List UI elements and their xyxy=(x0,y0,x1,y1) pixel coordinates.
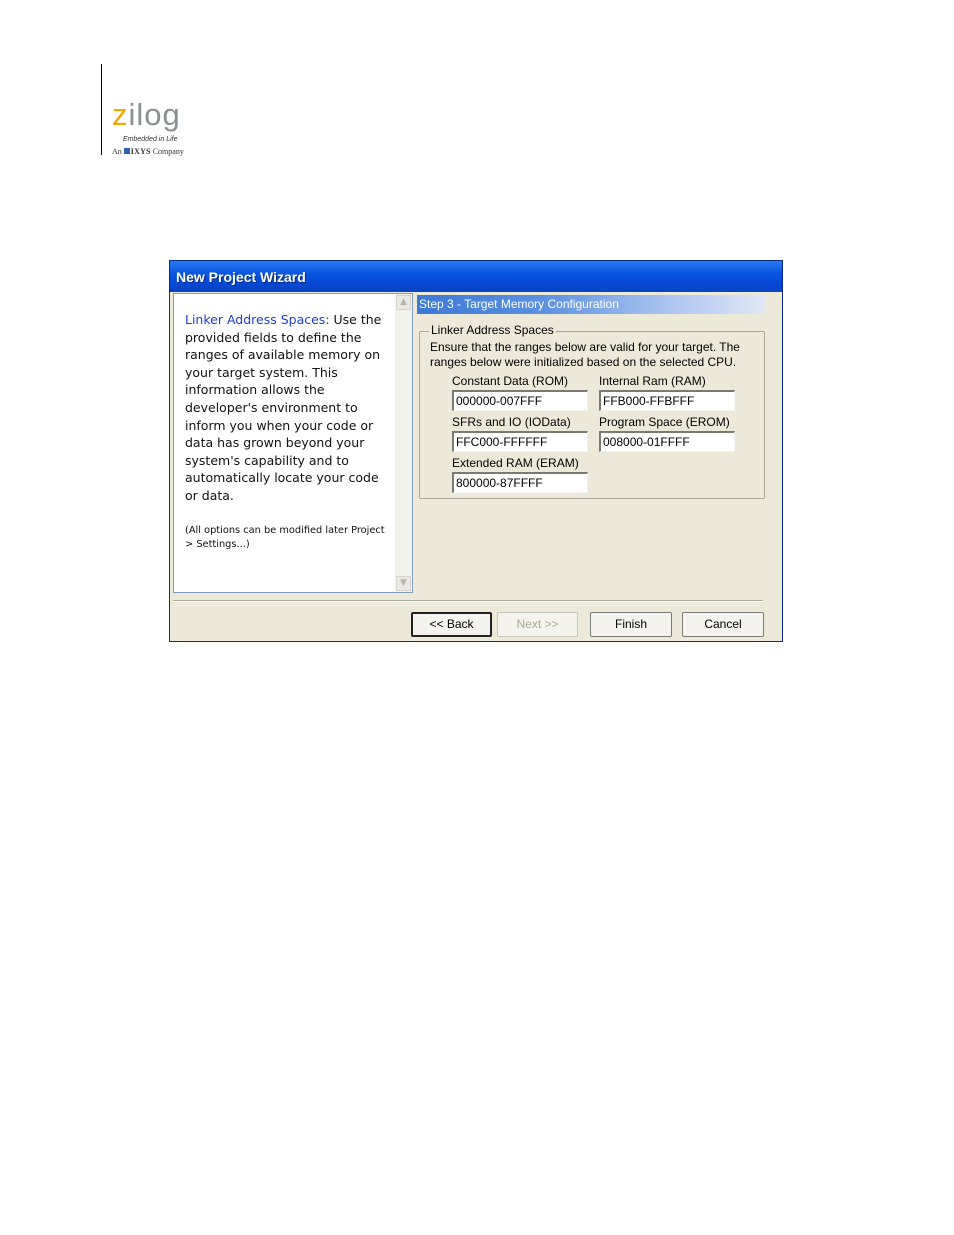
button-separator xyxy=(173,600,763,602)
program-space-field[interactable]: 008000-01FFFF xyxy=(599,431,735,452)
program-space-label: Program Space (EROM) xyxy=(599,415,730,429)
internal-ram-field[interactable]: FFB000-FFBFFF xyxy=(599,390,735,411)
cancel-button[interactable]: Cancel xyxy=(682,612,764,637)
zilog-logo: zilog Embedded in Life An IXYS Company xyxy=(112,97,212,156)
help-note: (All options can be modified later Proje… xyxy=(185,525,385,550)
next-button[interactable]: Next >> xyxy=(497,612,578,637)
new-project-wizard-dialog: New Project Wizard Linker Address Spaces… xyxy=(169,260,783,642)
back-button[interactable]: << Back xyxy=(411,612,492,637)
help-heading: Linker Address Spaces: xyxy=(185,312,330,327)
constant-data-label: Constant Data (ROM) xyxy=(452,374,569,388)
internal-ram-label: Internal Ram (RAM) xyxy=(599,374,706,388)
step-title: Step 3 - Target Memory Configuration xyxy=(419,297,619,311)
logo-wordmark: zilog xyxy=(112,97,181,132)
group-title: Linker Address Spaces xyxy=(429,323,556,337)
extended-ram-field[interactable]: 800000-87FFFF xyxy=(452,472,588,493)
finish-button[interactable]: Finish xyxy=(590,612,672,637)
step-header: Step 3 - Target Memory Configuration xyxy=(417,295,765,314)
help-pane: Linker Address Spaces: Use the provided … xyxy=(173,293,413,593)
logo-tagline: Embedded in Life xyxy=(123,136,178,143)
page-margin-rule xyxy=(101,64,102,155)
sfrs-io-field[interactable]: FFC000-FFFFFF xyxy=(452,431,588,452)
ixys-icon xyxy=(123,148,130,154)
logo-parent-company: An IXYS Company xyxy=(112,147,184,156)
group-description: Ensure that the ranges below are valid f… xyxy=(430,340,740,369)
scroll-up-icon[interactable]: ▲ xyxy=(396,295,411,310)
help-body: Use the provided fields to define the ra… xyxy=(185,312,382,503)
dialog-title: New Project Wizard xyxy=(176,269,306,285)
dialog-titlebar[interactable]: New Project Wizard xyxy=(170,261,782,292)
sfrs-io-label: SFRs and IO (IOData) xyxy=(452,415,571,429)
constant-data-field[interactable]: 000000-007FFF xyxy=(452,390,588,411)
help-scrollbar[interactable]: ▲ ▼ xyxy=(395,294,412,592)
scroll-down-icon[interactable]: ▼ xyxy=(396,576,411,591)
extended-ram-label: Extended RAM (ERAM) xyxy=(452,456,579,470)
help-text: Linker Address Spaces: Use the provided … xyxy=(185,311,390,505)
